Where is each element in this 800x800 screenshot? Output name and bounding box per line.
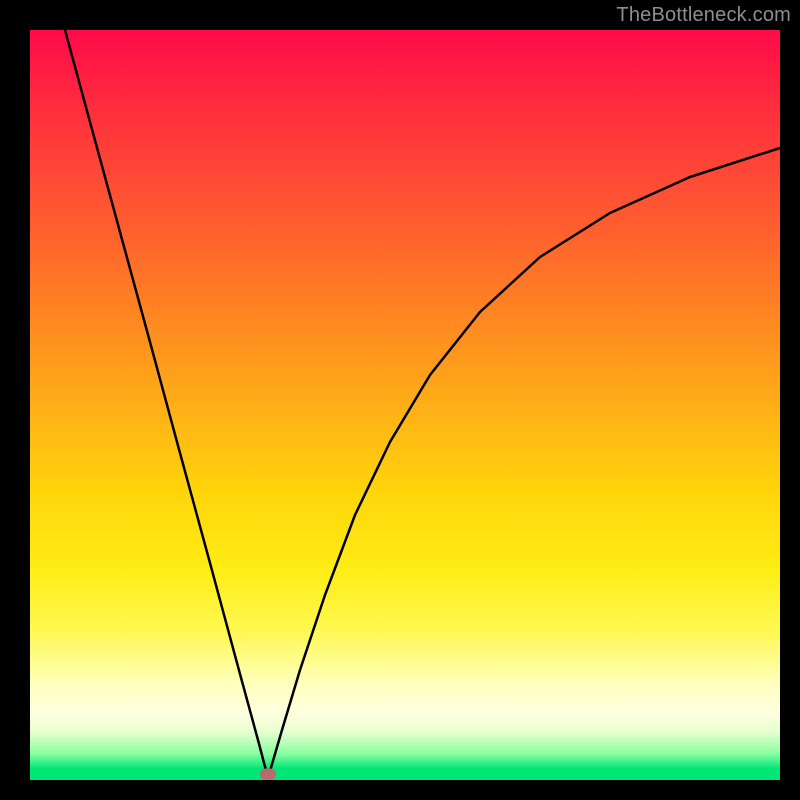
minimum-marker: [260, 769, 276, 780]
curve-left-branch: [65, 30, 268, 778]
plot-area: [30, 30, 780, 780]
curve-right-branch: [268, 148, 780, 778]
watermark-text: TheBottleneck.com: [616, 4, 791, 27]
bottleneck-curve: [30, 30, 780, 780]
chart-frame: TheBottleneck.com: [0, 0, 800, 800]
